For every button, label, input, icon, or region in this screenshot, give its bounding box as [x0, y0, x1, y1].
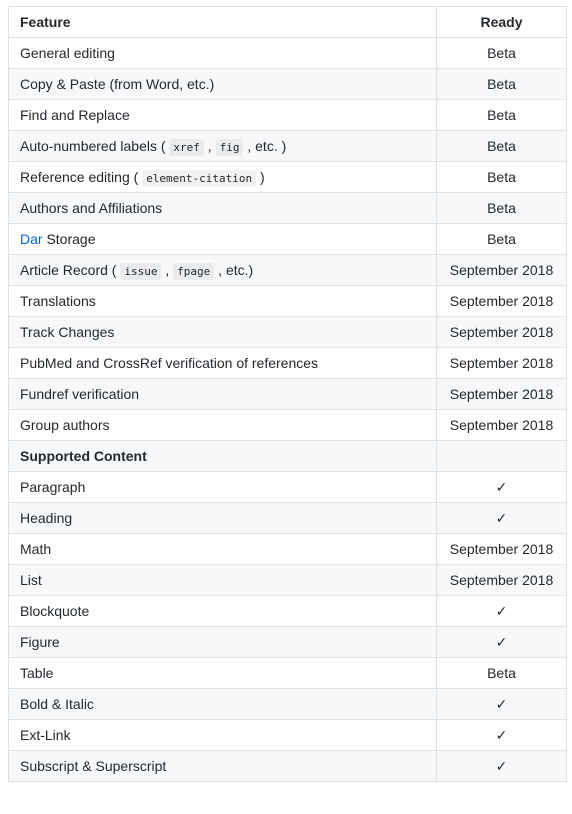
ready-cell: September 2018 — [436, 378, 567, 410]
feature-cell: Auto-numbered labels ( xref , fig , etc.… — [8, 130, 437, 162]
feature-text: Storage — [42, 231, 96, 247]
table-row: Subscript & Superscript ✓ — [8, 750, 567, 782]
table-row: Dar Storage Beta — [8, 223, 567, 255]
ready-cell: Beta — [436, 192, 567, 224]
ready-cell: Beta — [436, 68, 567, 100]
table-row: PubMed and CrossRef verification of refe… — [8, 347, 567, 379]
feature-cell: Translations — [8, 285, 437, 317]
feature-cell: Table — [8, 657, 437, 689]
ready-cell: Beta — [436, 161, 567, 193]
table-row: Reference editing ( element-citation ) B… — [8, 161, 567, 193]
checkmark-icon: ✓ — [436, 750, 567, 782]
feature-text: , etc.) — [214, 262, 254, 278]
ready-cell: September 2018 — [436, 254, 567, 286]
table-row: Heading ✓ — [8, 502, 567, 534]
table-row: Figure ✓ — [8, 626, 567, 658]
code-issue: issue — [120, 263, 162, 280]
table-row: General editing Beta — [8, 37, 567, 69]
table-row: Ext-Link ✓ — [8, 719, 567, 751]
ready-cell: Beta — [436, 657, 567, 689]
section-title: Supported Content — [8, 440, 437, 472]
table-header-row: Feature Ready — [8, 6, 567, 38]
table-row: Article Record ( issue , fpage , etc.) S… — [8, 254, 567, 286]
feature-cell: Fundref verification — [8, 378, 437, 410]
section-header-row: Supported Content — [8, 440, 567, 472]
table-row: Auto-numbered labels ( xref , fig , etc.… — [8, 130, 567, 162]
feature-text: , etc. ) — [243, 138, 287, 154]
table-row: Fundref verification September 2018 — [8, 378, 567, 410]
table-row: Math September 2018 — [8, 533, 567, 565]
feature-cell: Group authors — [8, 409, 437, 441]
feature-text: Auto-numbered labels ( — [20, 138, 170, 154]
feature-text: , — [161, 262, 174, 278]
code-element-citation: element-citation — [142, 170, 257, 187]
column-header-feature: Feature — [8, 6, 437, 38]
ready-cell: September 2018 — [436, 347, 567, 379]
table-row: Copy & Paste (from Word, etc.) Beta — [8, 68, 567, 100]
table-row: Translations September 2018 — [8, 285, 567, 317]
feature-table: Feature Ready General editing Beta Copy … — [8, 6, 567, 782]
feature-cell: General editing — [8, 37, 437, 69]
checkmark-icon: ✓ — [436, 719, 567, 751]
feature-cell: Track Changes — [8, 316, 437, 348]
table-row: List September 2018 — [8, 564, 567, 596]
column-header-ready: Ready — [436, 6, 567, 38]
feature-cell: Reference editing ( element-citation ) — [8, 161, 437, 193]
checkmark-icon: ✓ — [436, 626, 567, 658]
ready-cell — [436, 440, 567, 472]
table-row: Group authors September 2018 — [8, 409, 567, 441]
ready-cell: Beta — [436, 223, 567, 255]
checkmark-icon: ✓ — [436, 502, 567, 534]
feature-cell: Ext-Link — [8, 719, 437, 751]
feature-cell: Blockquote — [8, 595, 437, 627]
feature-cell: Article Record ( issue , fpage , etc.) — [8, 254, 437, 286]
ready-cell: September 2018 — [436, 409, 567, 441]
feature-cell: Bold & Italic — [8, 688, 437, 720]
checkmark-icon: ✓ — [436, 688, 567, 720]
table-row: Bold & Italic ✓ — [8, 688, 567, 720]
feature-cell: Copy & Paste (from Word, etc.) — [8, 68, 437, 100]
feature-text: ) — [256, 169, 265, 185]
feature-text: Article Record ( — [20, 262, 121, 278]
table-row: Track Changes September 2018 — [8, 316, 567, 348]
ready-cell: September 2018 — [436, 316, 567, 348]
ready-cell: September 2018 — [436, 564, 567, 596]
ready-cell: September 2018 — [436, 533, 567, 565]
table-row: Table Beta — [8, 657, 567, 689]
feature-cell: Find and Replace — [8, 99, 437, 131]
feature-cell: Math — [8, 533, 437, 565]
table-row: Blockquote ✓ — [8, 595, 567, 627]
code-xref: xref — [169, 139, 204, 156]
feature-cell: Dar Storage — [8, 223, 437, 255]
feature-cell: List — [8, 564, 437, 596]
ready-cell: Beta — [436, 99, 567, 131]
table-row: Authors and Affiliations Beta — [8, 192, 567, 224]
table-row: Find and Replace Beta — [8, 99, 567, 131]
feature-cell: Figure — [8, 626, 437, 658]
feature-cell: Authors and Affiliations — [8, 192, 437, 224]
checkmark-icon: ✓ — [436, 595, 567, 627]
checkmark-icon: ✓ — [436, 471, 567, 503]
feature-cell: Heading — [8, 502, 437, 534]
feature-text: , — [203, 138, 216, 154]
feature-text: Reference editing ( — [20, 169, 143, 185]
dar-link[interactable]: Dar — [20, 231, 43, 247]
code-fpage: fpage — [173, 263, 215, 280]
ready-cell: Beta — [436, 130, 567, 162]
table-row: Paragraph ✓ — [8, 471, 567, 503]
feature-cell: PubMed and CrossRef verification of refe… — [8, 347, 437, 379]
feature-cell: Subscript & Superscript — [8, 750, 437, 782]
ready-cell: Beta — [436, 37, 567, 69]
feature-cell: Paragraph — [8, 471, 437, 503]
ready-cell: September 2018 — [436, 285, 567, 317]
feature-table-container: Feature Ready General editing Beta Copy … — [8, 6, 567, 782]
code-fig: fig — [215, 139, 244, 156]
